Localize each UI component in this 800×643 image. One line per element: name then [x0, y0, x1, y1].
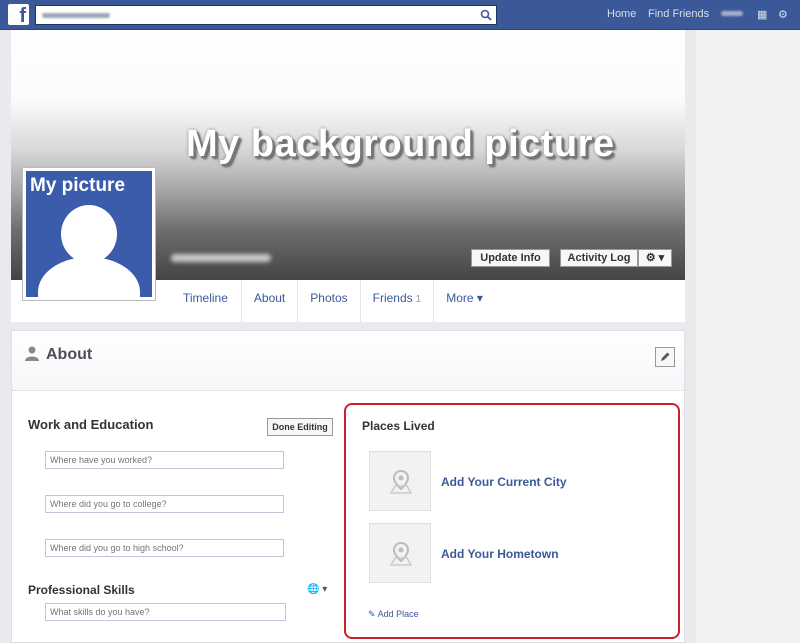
hometown-image[interactable] — [369, 523, 431, 583]
places-lived-title: Places Lived — [362, 419, 435, 433]
nav-find-friends-link[interactable]: Find Friends — [648, 8, 709, 20]
add-current-city-link[interactable]: Add Your Current City — [441, 475, 567, 489]
profile-name-redacted — [171, 254, 271, 262]
facebook-logo[interactable]: f — [8, 4, 29, 25]
nav-user-name-redacted[interactable] — [721, 11, 743, 16]
profile-tabs: Timeline About Photos Friends 1 More ▾ — [171, 280, 495, 322]
search-icon[interactable] — [480, 9, 492, 21]
about-title: About — [46, 346, 93, 363]
profile-header: My background picture Update Info Activi… — [11, 30, 685, 322]
skills-field[interactable] — [45, 603, 286, 621]
tab-photos[interactable]: Photos — [298, 280, 361, 322]
person-icon — [25, 346, 39, 361]
avatar-body-shape — [38, 257, 140, 297]
friends-count: 1 — [415, 294, 422, 305]
places-lived-panel: Places Lived Add Your Current City Add Y… — [344, 403, 680, 639]
map-pin-icon — [389, 541, 413, 566]
profile-picture[interactable]: My picture — [22, 167, 156, 301]
work-education-title: Work and Education — [28, 417, 154, 432]
tab-timeline[interactable]: Timeline — [171, 280, 242, 322]
college-field[interactable] — [45, 495, 284, 513]
tab-friends[interactable]: Friends 1 — [361, 280, 435, 322]
pencil-icon: ✎ — [368, 609, 376, 619]
search-box[interactable] — [35, 5, 497, 25]
edit-pencil-button[interactable] — [655, 347, 675, 367]
profile-picture-text: My picture — [30, 175, 126, 196]
add-hometown-link[interactable]: Add Your Hometown — [441, 547, 559, 561]
add-place-link[interactable]: ✎ Add Place — [368, 609, 419, 620]
avatar-placeholder: My picture — [26, 171, 152, 297]
done-editing-button[interactable]: Done Editing — [267, 418, 333, 436]
top-navigation-bar: f Home Find Friends ▦ ⚙ — [0, 0, 800, 30]
settings-gear-icon[interactable]: ⚙ — [778, 8, 788, 21]
about-section: About Work and Education Done Editing Pr… — [11, 330, 685, 643]
right-sidebar — [696, 30, 800, 643]
cover-photo-text: My background picture — [186, 123, 615, 165]
map-pin-icon — [389, 469, 413, 494]
current-city-image[interactable] — [369, 451, 431, 511]
avatar-head-shape — [61, 205, 117, 263]
high-school-field[interactable] — [45, 539, 284, 557]
tab-more[interactable]: More ▾ — [434, 280, 495, 322]
cover-settings-button[interactable]: ⚙ ▾ — [638, 249, 672, 267]
work-field[interactable] — [45, 451, 284, 469]
about-header: About — [12, 331, 684, 391]
pencil-icon — [661, 352, 670, 361]
update-info-button[interactable]: Update Info — [471, 249, 550, 267]
friend-requests-icon[interactable]: ▦ — [757, 8, 767, 21]
nav-home-link[interactable]: Home — [607, 8, 636, 20]
search-redacted-text — [42, 13, 110, 18]
privacy-globe-icon[interactable]: 🌐 ▾ — [307, 584, 327, 595]
tab-about[interactable]: About — [242, 280, 299, 322]
professional-skills-title: Professional Skills — [28, 583, 135, 597]
activity-log-button[interactable]: Activity Log — [560, 249, 638, 267]
